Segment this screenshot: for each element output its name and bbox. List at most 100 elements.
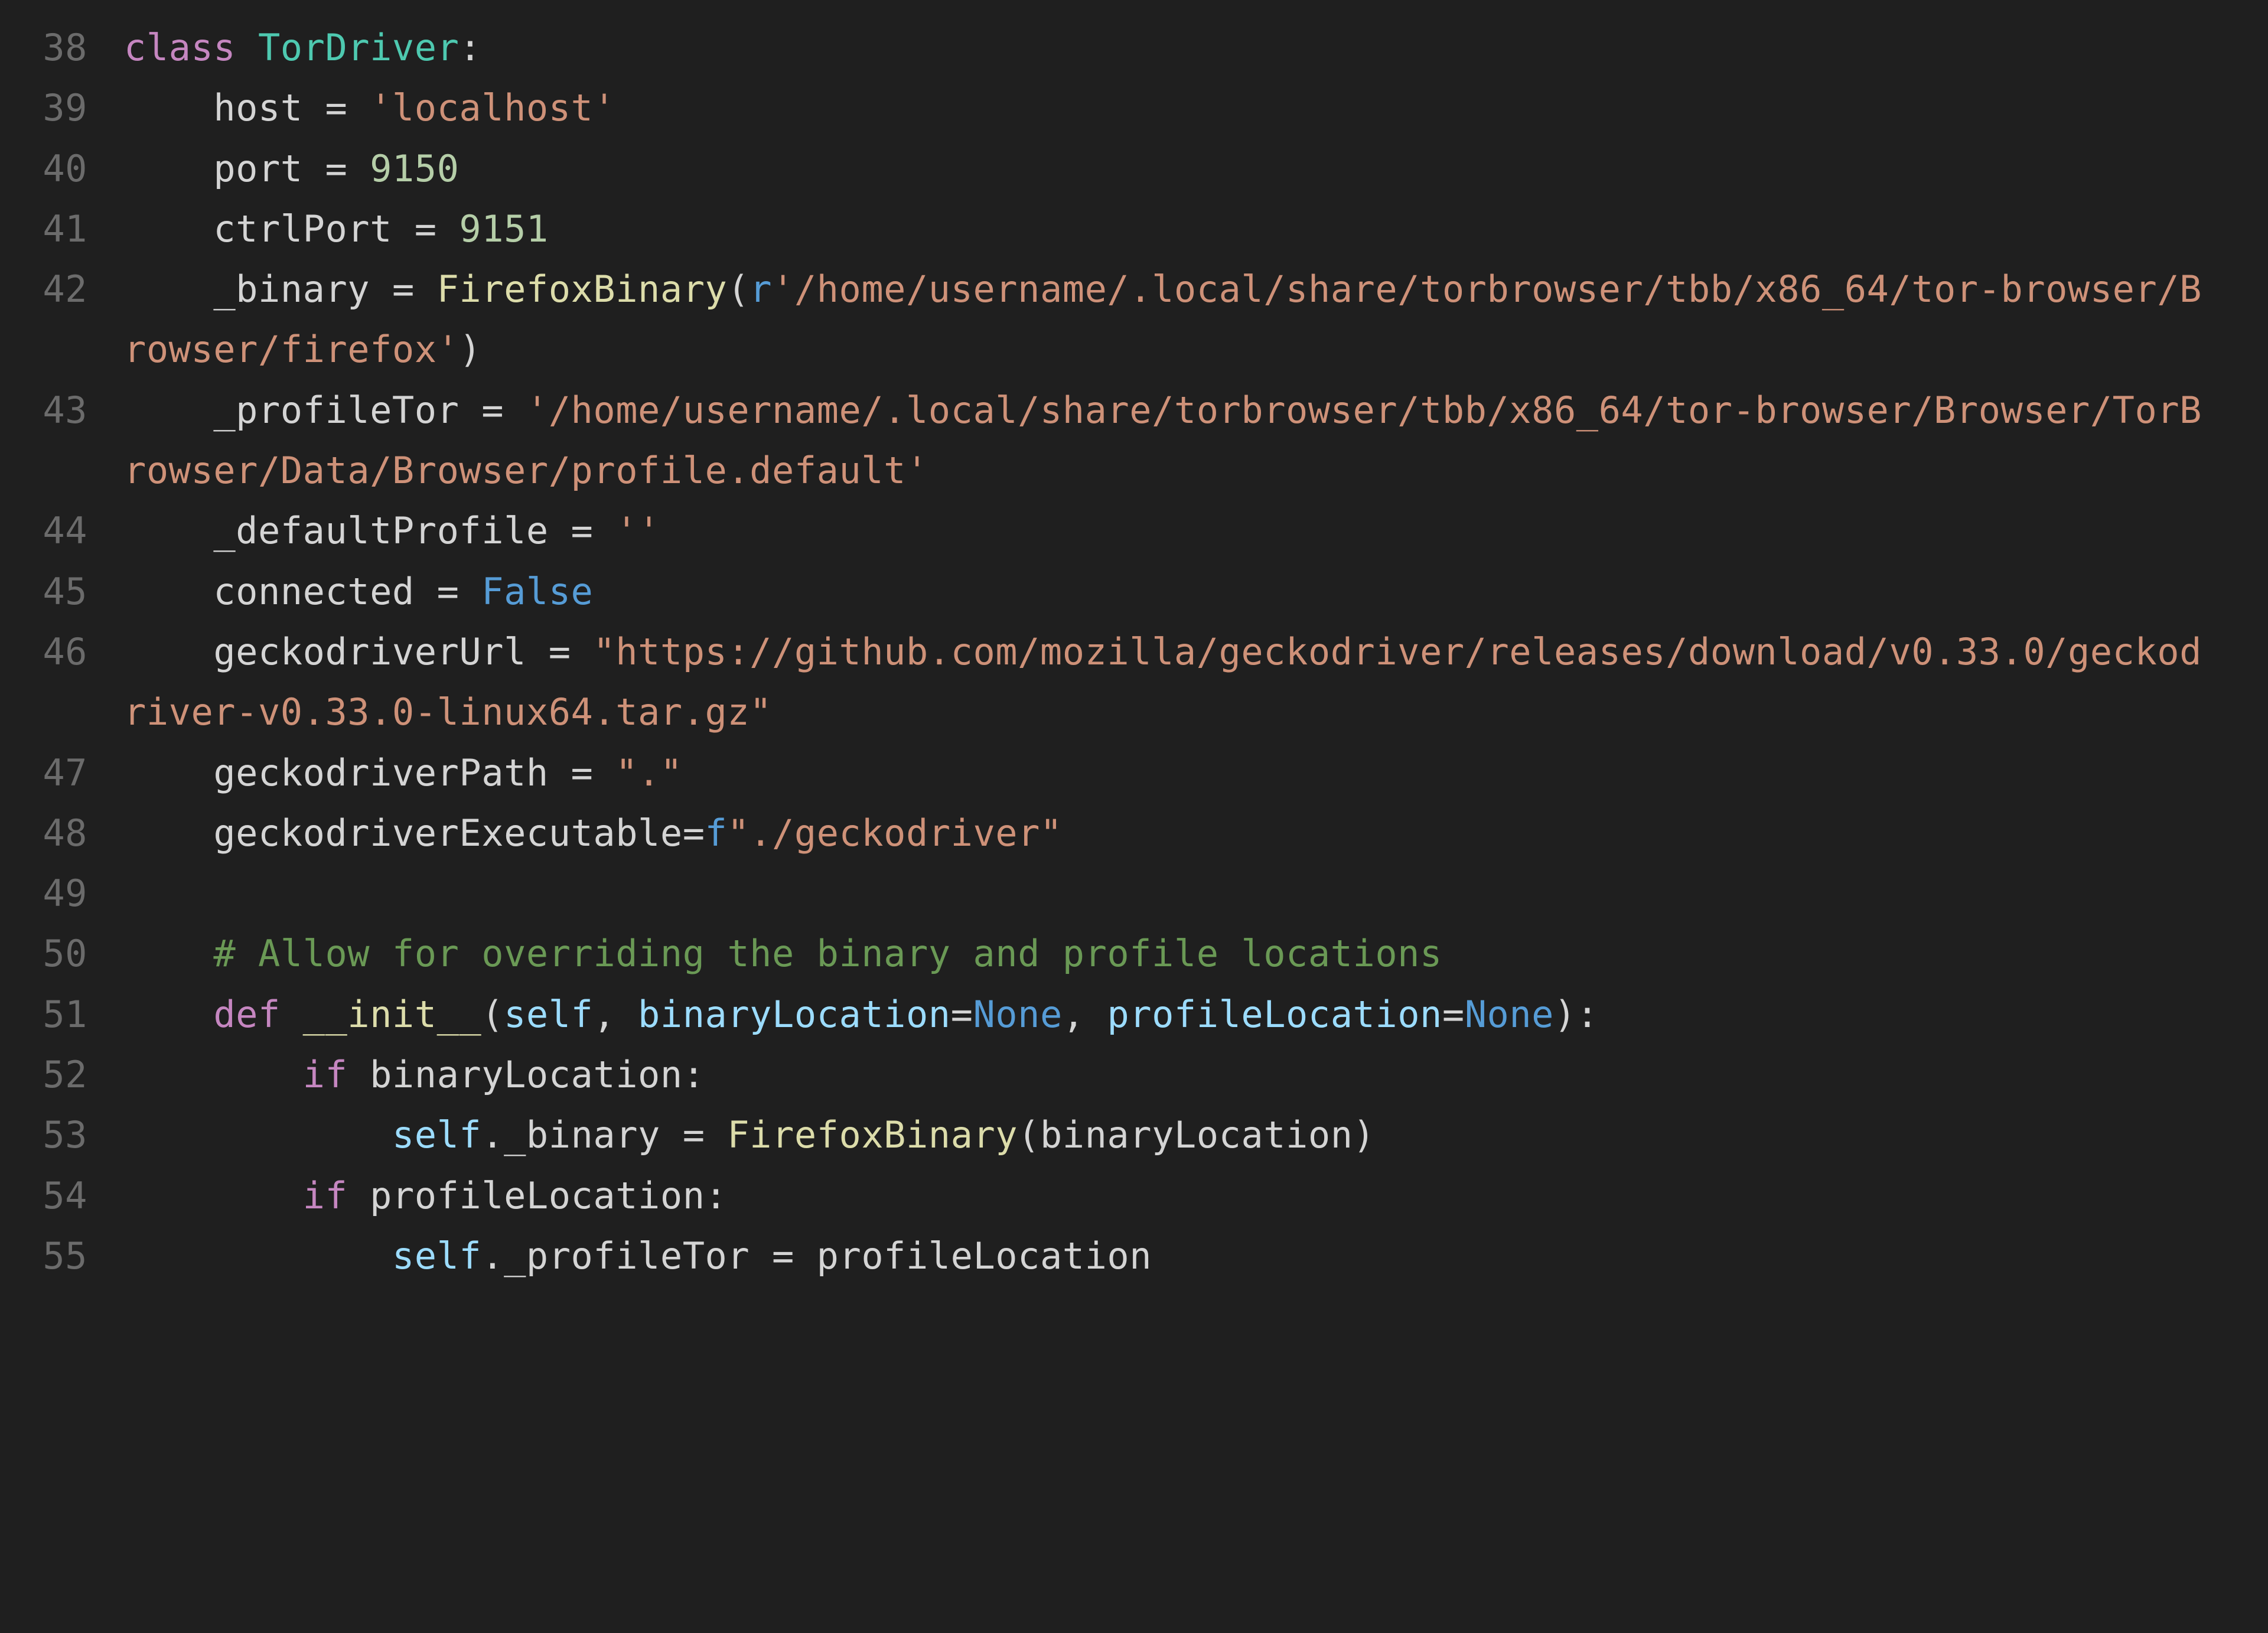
code-line[interactable]: 53 self._binary = FirefoxBinary(binaryLo… (0, 1105, 2244, 1165)
token-pn (437, 207, 460, 250)
code-line[interactable]: 43 _profileTor = '/home/username/.local/… (0, 380, 2244, 501)
token-pn (571, 630, 594, 673)
line-number: 47 (0, 743, 124, 803)
token-pn: = (571, 751, 594, 794)
code-line[interactable]: 38class TorDriver: (0, 18, 2244, 78)
code-content[interactable]: connected = False (124, 562, 2244, 622)
token-fn: FirefoxBinary (727, 1113, 1018, 1156)
token-pn: : (683, 1053, 705, 1096)
token-pn: = (392, 268, 415, 311)
token-id: geckodriverExecutable (213, 811, 682, 855)
line-number: 44 (0, 501, 124, 561)
code-line[interactable]: 44 _defaultProfile = '' (0, 501, 2244, 561)
code-line[interactable]: 45 connected = False (0, 562, 2244, 622)
code-line[interactable]: 47 geckodriverPath = "." (0, 743, 2244, 803)
code-content[interactable]: geckodriverPath = "." (124, 743, 2244, 803)
code-content[interactable]: port = 9150 (124, 139, 2244, 199)
line-number: 53 (0, 1105, 124, 1165)
code-content[interactable]: geckodriverUrl = "https://github.com/moz… (124, 622, 2244, 743)
code-line[interactable]: 41 ctrlPort = 9151 (0, 199, 2244, 259)
indent (124, 268, 213, 311)
line-number: 46 (0, 622, 124, 682)
code-content[interactable]: if binaryLocation: (124, 1045, 2244, 1105)
code-content[interactable]: def __init__(self, binaryLocation=None, … (124, 985, 2244, 1045)
token-num: 9150 (370, 147, 459, 190)
code-line[interactable]: 48 geckodriverExecutable=f"./geckodriver… (0, 803, 2244, 863)
token-pn: : (705, 1174, 728, 1217)
token-cst: False (481, 570, 593, 613)
code-content[interactable] (124, 863, 2244, 924)
code-line[interactable]: 39 host = 'localhost' (0, 78, 2244, 138)
token-pn (347, 147, 370, 190)
token-pn: ) (1353, 1113, 1376, 1156)
code-line[interactable]: 42 _binary = FirefoxBinary(r'/home/usern… (0, 259, 2244, 380)
code-content[interactable]: _binary = FirefoxBinary(r'/home/username… (124, 259, 2244, 380)
code-content[interactable]: if profileLocation: (124, 1166, 2244, 1226)
token-pn: ( (481, 993, 504, 1036)
line-number: 54 (0, 1166, 124, 1226)
line-number: 45 (0, 562, 124, 622)
indent (124, 207, 213, 250)
indent (124, 630, 213, 673)
token-id: _defaultProfile (213, 509, 571, 552)
code-content[interactable]: geckodriverExecutable=f"./geckodriver" (124, 803, 2244, 863)
token-pn: , (593, 993, 638, 1036)
token-prm: self (504, 993, 593, 1036)
code-content[interactable]: _defaultProfile = '' (124, 501, 2244, 561)
token-pn (415, 268, 437, 311)
token-id: _profileTor (213, 389, 481, 432)
token-slf: self (392, 1113, 481, 1156)
line-number: 50 (0, 924, 124, 984)
token-pn (705, 1113, 728, 1156)
code-editor[interactable]: 38class TorDriver:39 host = 'localhost'4… (0, 0, 2268, 1322)
token-cls: TorDriver (258, 26, 459, 69)
code-line[interactable]: 40 port = 9150 (0, 139, 2244, 199)
token-pn: = (571, 509, 594, 552)
token-id: geckodriverPath (213, 751, 571, 794)
token-id: profileLocation (794, 1234, 1152, 1277)
token-prm: profileLocation (1107, 993, 1442, 1036)
indent (124, 389, 213, 432)
code-content[interactable]: # Allow for overriding the binary and pr… (124, 924, 2244, 984)
token-str: "." (615, 751, 682, 794)
indent (124, 1113, 392, 1156)
code-line[interactable]: 50 # Allow for overriding the binary and… (0, 924, 2244, 984)
code-line[interactable]: 46 geckodriverUrl = "https://github.com/… (0, 622, 2244, 743)
code-line[interactable]: 49 (0, 863, 2244, 924)
code-line[interactable]: 54 if profileLocation: (0, 1166, 2244, 1226)
code-content[interactable]: _profileTor = '/home/username/.local/sha… (124, 380, 2244, 501)
code-content[interactable]: self._profileTor = profileLocation (124, 1226, 2244, 1286)
token-id: ._profileTor (481, 1234, 772, 1277)
line-number: 43 (0, 380, 124, 441)
token-pn: = (437, 570, 460, 613)
token-pn: = (772, 1234, 794, 1277)
code-content[interactable]: ctrlPort = 9151 (124, 199, 2244, 259)
indent (124, 86, 213, 129)
indent (124, 993, 213, 1036)
token-pn (459, 570, 481, 613)
token-pn: = (683, 811, 705, 855)
token-str: 'localhost' (370, 86, 615, 129)
line-number: 40 (0, 139, 124, 199)
line-number: 39 (0, 78, 124, 138)
token-pn: = (951, 993, 973, 1036)
code-line[interactable]: 51 def __init__(self, binaryLocation=Non… (0, 985, 2244, 1045)
token-kw: if (303, 1053, 370, 1096)
token-pn: = (481, 389, 504, 432)
token-pn: = (549, 630, 571, 673)
code-content[interactable]: self._binary = FirefoxBinary(binaryLocat… (124, 1105, 2244, 1165)
code-content[interactable]: class TorDriver: (124, 18, 2244, 78)
code-content[interactable]: host = 'localhost' (124, 78, 2244, 138)
indent (124, 509, 213, 552)
token-kw: if (303, 1174, 370, 1217)
token-kw: def (213, 993, 302, 1036)
code-line[interactable]: 55 self._profileTor = profileLocation (0, 1226, 2244, 1286)
code-line[interactable]: 52 if binaryLocation: (0, 1045, 2244, 1105)
token-pn: ): (1554, 993, 1599, 1036)
token-cst: None (1465, 993, 1554, 1036)
token-prm: binaryLocation (638, 993, 951, 1036)
token-pn: ( (727, 268, 750, 311)
line-number: 55 (0, 1226, 124, 1286)
token-id: binaryLocation (1040, 1113, 1353, 1156)
token-id: connected (213, 570, 436, 613)
